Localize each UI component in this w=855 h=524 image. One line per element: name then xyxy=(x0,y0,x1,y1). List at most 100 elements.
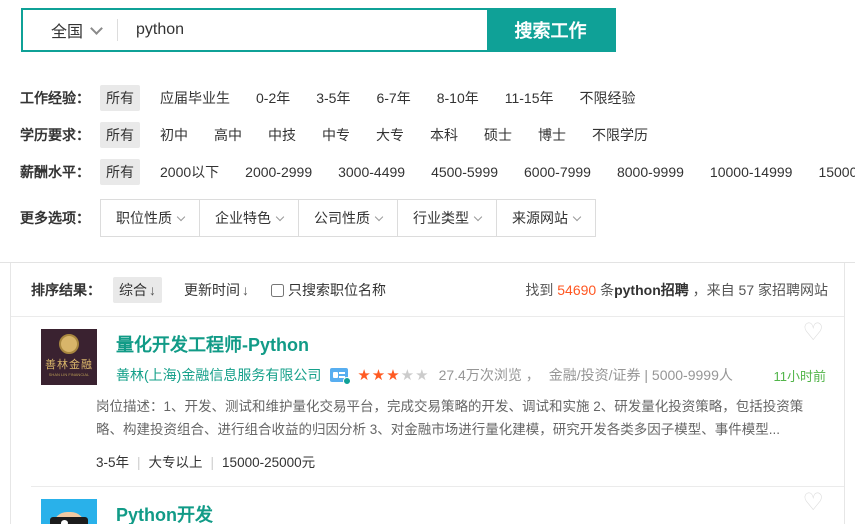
filter-option[interactable]: 高中 xyxy=(208,122,248,148)
heart-icon[interactable]: ♡ xyxy=(802,491,824,515)
search-section: 全国 搜索工作 xyxy=(0,0,855,52)
filter-option[interactable]: 2000-2999 xyxy=(239,161,318,183)
location-select[interactable]: 全国 xyxy=(23,10,117,50)
filter-option[interactable]: 8000-9999 xyxy=(611,161,690,183)
filter-option[interactable]: 0-2年 xyxy=(250,85,296,111)
job-card-header: 善林金融 SHAN LIN FINANCIAL 量化开发工程师-Python 善… xyxy=(41,329,828,385)
dropdown-company-feature[interactable]: 企业特色 xyxy=(200,200,299,236)
dropdown-job-nature[interactable]: 职位性质 xyxy=(101,200,200,236)
separator: | xyxy=(137,455,141,470)
job-card-header: Python开发 深圳市藤讯科技有限公司 9123次浏览 ， 计算机软件 | 1… xyxy=(41,499,828,524)
filter-option[interactable]: 中技 xyxy=(262,122,302,148)
filter-option[interactable]: 所有 xyxy=(100,122,140,148)
filter-option[interactable]: 不限经验 xyxy=(574,85,642,111)
filter-option[interactable]: 11-15年 xyxy=(499,85,560,111)
filter-option[interactable]: 6000-7999 xyxy=(518,161,597,183)
dropdown-industry-type[interactable]: 行业类型 xyxy=(398,200,497,236)
filter-option[interactable]: 3000-4499 xyxy=(332,161,411,183)
job-card: ♡ 善林金融 SHAN LIN FINANCIAL 量化开发工程师-Python… xyxy=(11,317,844,486)
results-panel: 排序结果： 综合↓ 更新时间↓ 只搜索职位名称 找到 54690 条python… xyxy=(10,263,845,524)
filter-option[interactable]: 2000以下 xyxy=(154,159,225,185)
check-icon xyxy=(343,377,351,385)
industry-size: 金融/投资/证券 | 5000-9999人 xyxy=(549,365,733,385)
filter-option[interactable]: 3-5年 xyxy=(310,85,356,111)
arrow-down-icon: ↓ xyxy=(242,282,249,298)
result-count: 54690 xyxy=(557,282,596,298)
dropdown-company-type[interactable]: 公司性质 xyxy=(299,200,398,236)
job-title-link[interactable]: Python开发 xyxy=(116,501,828,524)
sort-label: 排序结果： xyxy=(31,280,101,300)
chevron-down-icon xyxy=(177,213,185,221)
filter-option[interactable]: 博士 xyxy=(532,122,572,148)
search-button[interactable]: 搜索工作 xyxy=(487,10,614,50)
job-head-info: Python开发 深圳市藤讯科技有限公司 9123次浏览 ， 计算机软件 | 1… xyxy=(116,499,828,524)
sort-by-update-time[interactable]: 更新时间↓ xyxy=(178,277,255,303)
rating-stars: ★★★★★ xyxy=(357,366,429,384)
filter-option[interactable]: 本科 xyxy=(424,122,464,148)
company-logo[interactable]: 善林金融 SHAN LIN FINANCIAL xyxy=(41,329,97,385)
search-input[interactable] xyxy=(118,10,487,50)
job-card: ♡ Python开发 深圳市藤讯科技有限公司 9123次浏览 ， 计算机软件 |… xyxy=(11,487,844,524)
dropdown-label: 行业类型 xyxy=(413,208,469,228)
filter-option[interactable]: 大专 xyxy=(370,122,410,148)
filter-label-education: 学历要求： xyxy=(20,125,90,145)
filter-option[interactable]: 4500-5999 xyxy=(425,161,504,183)
company-link[interactable]: 善林(上海)金融信息服务有限公司 xyxy=(116,365,321,385)
posted-time: 11小时前 xyxy=(774,366,829,385)
vr-goggles-icon xyxy=(50,517,88,524)
filter-row-education: 学历要求： 所有 初中 高中 中技 中专 大专 本科 硕士 博士 不限学历 xyxy=(0,122,855,148)
summary-suffix: ，来自 57 家招聘网站 xyxy=(689,282,828,298)
view-count: 27.4万次浏览 ， xyxy=(439,365,540,385)
filter-option[interactable]: 10000-14999 xyxy=(704,161,799,183)
dropdown-source-site[interactable]: 来源网站 xyxy=(497,200,595,236)
filter-option[interactable]: 硕士 xyxy=(478,122,518,148)
job-meta: 3-5年 | 大专以上 | 15000-25000元 xyxy=(96,451,828,471)
experience-required: 3-5年 xyxy=(96,455,129,470)
filter-option[interactable]: 中专 xyxy=(316,122,356,148)
job-head-info: 量化开发工程师-Python 善林(上海)金融信息服务有限公司 ★★★★★ 27… xyxy=(116,329,828,385)
filter-option[interactable]: 所有 xyxy=(100,85,140,111)
dropdown-group: 职位性质 企业特色 公司性质 行业类型 来源网站 xyxy=(100,199,596,237)
vr-face-icon xyxy=(53,512,85,524)
job-title-link[interactable]: 量化开发工程师-Python xyxy=(116,331,828,357)
job-description: 岗位描述：1、开发、测试和维护量化交易平台，完成交易策略的开发、调试和实施 2、… xyxy=(96,396,820,442)
arrow-down-icon: ↓ xyxy=(149,282,156,298)
dropdown-label: 公司性质 xyxy=(314,208,370,228)
filter-option[interactable]: 不限学历 xyxy=(586,122,654,148)
summary-mid: 条 xyxy=(596,282,614,298)
chevron-down-icon xyxy=(375,213,383,221)
filter-option[interactable]: 初中 xyxy=(154,122,194,148)
salary-range: 15000-25000元 xyxy=(222,455,315,470)
verified-badge-icon xyxy=(330,368,348,382)
education-required: 大专以上 xyxy=(149,455,203,470)
filter-option[interactable]: 所有 xyxy=(100,159,140,185)
company-logo[interactable] xyxy=(41,499,97,524)
star-empty-icon: ★★ xyxy=(401,367,430,384)
chevron-down-icon xyxy=(573,213,581,221)
filter-option[interactable]: 6-7年 xyxy=(370,85,416,111)
title-only-checkbox[interactable] xyxy=(271,284,284,297)
chevron-down-icon xyxy=(474,213,482,221)
separator: | xyxy=(211,455,215,470)
summary-prefix: 找到 xyxy=(525,282,557,298)
location-label: 全国 xyxy=(51,18,83,42)
results-summary: 找到 54690 条python招聘 ，来自 57 家招聘网站 xyxy=(525,280,828,300)
filter-option[interactable]: 8-10年 xyxy=(431,85,485,111)
filter-row-salary: 薪酬水平： 所有 2000以下 2000-2999 3000-4499 4500… xyxy=(0,159,855,185)
logo-brand-text: 善林金融 xyxy=(41,356,97,372)
sort-bar: 排序结果： 综合↓ 更新时间↓ 只搜索职位名称 找到 54690 条python… xyxy=(11,263,844,317)
filter-option[interactable]: 应届毕业生 xyxy=(154,85,236,111)
sort-item-label: 更新时间 xyxy=(184,282,240,298)
filter-label-more-options: 更多选项： xyxy=(20,208,90,228)
dropdown-label: 来源网站 xyxy=(512,208,568,228)
heart-icon[interactable]: ♡ xyxy=(802,321,824,345)
chevron-down-icon xyxy=(90,22,103,35)
dropdown-label: 企业特色 xyxy=(215,208,271,228)
coin-emblem-icon xyxy=(59,334,79,354)
result-keyword: python招聘 xyxy=(614,282,689,298)
sort-comprehensive[interactable]: 综合↓ xyxy=(113,277,162,303)
title-only-filter[interactable]: 只搜索职位名称 xyxy=(271,280,386,300)
filter-row-experience: 工作经验： 所有 应届毕业生 0-2年 3-5年 6-7年 8-10年 11-1… xyxy=(0,85,855,111)
filter-option[interactable]: 15000-19999 xyxy=(812,161,855,183)
sort-item-label: 综合 xyxy=(119,282,147,298)
